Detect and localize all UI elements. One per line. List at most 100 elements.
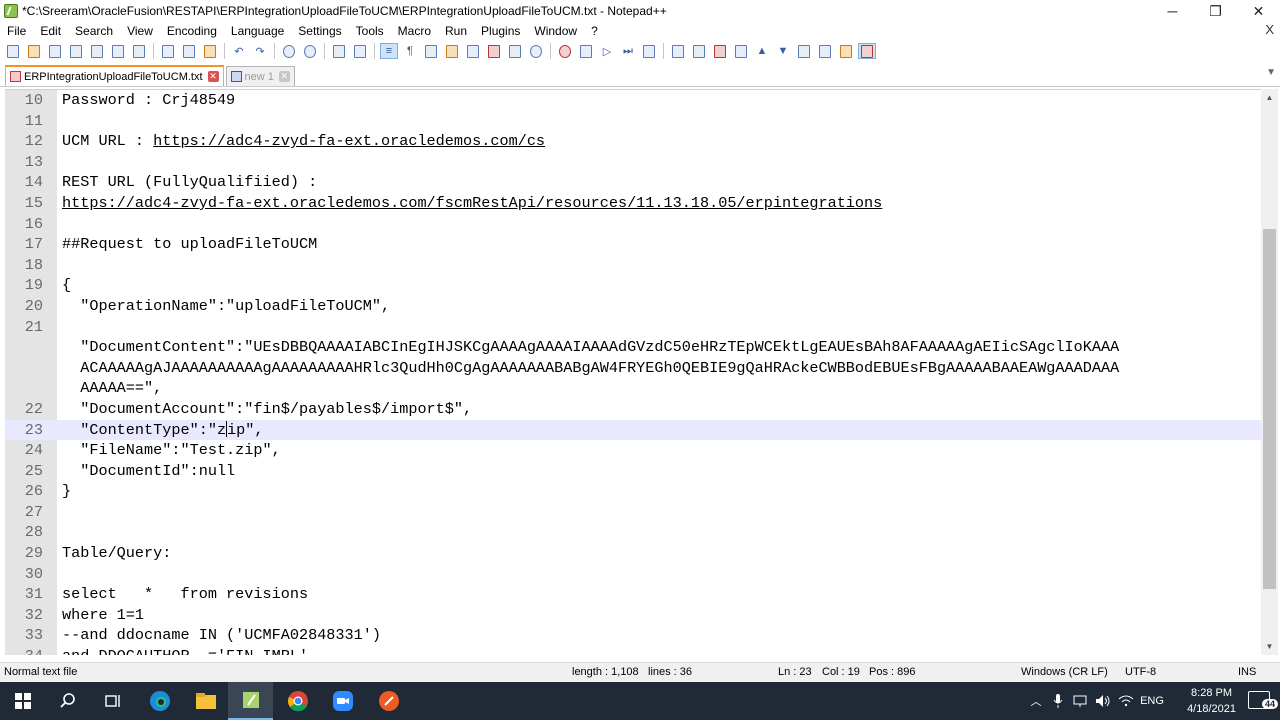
start-windows-icon[interactable]: [0, 682, 45, 720]
close-file-icon[interactable]: [88, 43, 106, 59]
menu-language[interactable]: Language: [224, 24, 291, 38]
editor-line[interactable]: 22 "DocumentAccount":"fin$/payables$/imp…: [5, 399, 1261, 420]
zoom-out-icon[interactable]: [351, 43, 369, 59]
editor-line[interactable]: "DocumentContent":"UEsDBBQAAAAIABCInEgIH…: [5, 337, 1261, 358]
editor-line[interactable]: 16: [5, 214, 1261, 235]
editor-line[interactable]: 25 "DocumentId":null: [5, 461, 1261, 482]
editor-line[interactable]: 17 ##Request to uploadFileToUCM: [5, 234, 1261, 255]
show-hidden-icons-icon[interactable]: ︿: [1026, 682, 1046, 720]
editor-line[interactable]: 28: [5, 522, 1261, 543]
menu-encoding[interactable]: Encoding: [160, 24, 224, 38]
editor-line[interactable]: 12 UCM URL : https://adc4-zvyd-fa-ext.ora…: [5, 131, 1261, 152]
prev-diff-icon[interactable]: ▲: [753, 43, 771, 59]
menu-settings[interactable]: Settings: [291, 24, 348, 38]
editor-line[interactable]: ACAAAAAgAJAAAAAAAAAAgAAAAAAAAAHRlc3QudHh…: [5, 358, 1261, 379]
volume-icon[interactable]: [1093, 682, 1113, 720]
wifi-icon[interactable]: [1116, 682, 1136, 720]
search-icon[interactable]: [45, 682, 90, 720]
compare-icon[interactable]: [669, 43, 687, 59]
menu-plugins[interactable]: Plugins: [474, 24, 527, 38]
editor-line[interactable]: 13: [5, 152, 1261, 173]
cut-icon[interactable]: [159, 43, 177, 59]
save-icon[interactable]: [46, 43, 64, 59]
menu-help[interactable]: ?: [584, 24, 605, 38]
scroll-up-icon[interactable]: ▲: [1261, 89, 1278, 106]
save-macro-icon[interactable]: [640, 43, 658, 59]
tab-close-icon[interactable]: ✕: [207, 71, 219, 82]
compare-panel-icon[interactable]: [816, 43, 834, 59]
file-explorer-icon[interactable]: [183, 682, 228, 720]
print-icon[interactable]: [130, 43, 148, 59]
tab-scroll-icon[interactable]: ▼: [1266, 67, 1276, 78]
minimize-button[interactable]: ─: [1151, 0, 1194, 22]
menu-run[interactable]: Run: [438, 24, 474, 38]
record-macro-icon[interactable]: [556, 43, 574, 59]
editor-line[interactable]: 31 select * from revisions: [5, 584, 1261, 605]
zoom-in-icon[interactable]: [330, 43, 348, 59]
play-macro-icon[interactable]: ▷: [598, 43, 616, 59]
scroll-down-icon[interactable]: ▼: [1261, 638, 1278, 655]
editor-line[interactable]: 30: [5, 564, 1261, 585]
notepadpp-taskbar-icon[interactable]: [228, 682, 273, 720]
show-all-characters-icon[interactable]: ¶: [401, 43, 419, 59]
menu-macro[interactable]: Macro: [391, 24, 438, 38]
compare-folder-icon[interactable]: [837, 43, 855, 59]
open-file-icon[interactable]: [25, 43, 43, 59]
close-all-icon[interactable]: [109, 43, 127, 59]
folder-workspace-icon[interactable]: [506, 43, 524, 59]
word-wrap-icon[interactable]: ≡: [380, 43, 398, 59]
stop-macro-icon[interactable]: [577, 43, 595, 59]
editor-line[interactable]: 32 where 1=1: [5, 605, 1261, 626]
run-macro-multiple-icon[interactable]: ⏭: [619, 43, 637, 59]
menu-view[interactable]: View: [120, 24, 160, 38]
url-link[interactable]: https://adc4-zvyd-fa-ext.oracledemos.com…: [153, 131, 545, 152]
editor-line[interactable]: 34 and DDOCAUTHOR ='FIN_IMPL': [5, 646, 1261, 655]
taskbar-clock[interactable]: 8:28 PM 4/18/2021: [1187, 685, 1236, 717]
vertical-scrollbar[interactable]: ▲ ▼: [1261, 89, 1278, 655]
redo-icon[interactable]: ↷: [251, 43, 269, 59]
language-indicator[interactable]: ENG: [1138, 682, 1166, 720]
editor[interactable]: 10 Password : Crj48549 11 12 UCM URL : https…: [5, 89, 1261, 655]
menu-search[interactable]: Search: [68, 24, 120, 38]
save-all-icon[interactable]: [67, 43, 85, 59]
editor-line[interactable]: 29 Table/Query:: [5, 543, 1261, 564]
editor-line[interactable]: 33 --and ddocname IN ('UCMFA02848331'): [5, 625, 1261, 646]
edge-browser-icon[interactable]: [137, 682, 182, 720]
zoom-app-icon[interactable]: [320, 682, 365, 720]
menu-window[interactable]: Window: [527, 24, 584, 38]
close-document-icon[interactable]: X: [1265, 22, 1274, 37]
restore-button[interactable]: ❐: [1194, 0, 1237, 22]
doc-map-icon[interactable]: [464, 43, 482, 59]
new-file-icon[interactable]: [4, 43, 22, 59]
menu-file[interactable]: File: [0, 24, 33, 38]
microphone-icon[interactable]: [1048, 682, 1068, 720]
tab-erpintegration[interactable]: ERPIntegrationUploadFileToUCM.txt ✕: [5, 65, 224, 86]
next-diff-icon[interactable]: ▼: [774, 43, 792, 59]
tab-new-1[interactable]: new 1 ✕: [225, 66, 295, 86]
menu-edit[interactable]: Edit: [33, 24, 68, 38]
editor-line[interactable]: 26}: [5, 481, 1261, 502]
network-usb-icon[interactable]: [1070, 682, 1090, 720]
editor-line[interactable]: 19 {: [5, 275, 1261, 296]
paste-icon[interactable]: [201, 43, 219, 59]
editor-line[interactable]: 27: [5, 502, 1261, 523]
editor-line[interactable]: 14 REST URL (FullyQualifiied) :: [5, 172, 1261, 193]
copy-icon[interactable]: [180, 43, 198, 59]
editor-line[interactable]: 11: [5, 111, 1261, 132]
chrome-icon[interactable]: [275, 682, 320, 720]
editor-line[interactable]: 20 "OperationName":"uploadFileToUCM",: [5, 296, 1261, 317]
editor-line[interactable]: 18: [5, 255, 1261, 276]
task-view-icon[interactable]: [90, 682, 135, 720]
editor-line[interactable]: 24 "FileName":"Test.zip",: [5, 440, 1261, 461]
replace-icon[interactable]: [301, 43, 319, 59]
indent-guide-icon[interactable]: [422, 43, 440, 59]
menu-tools[interactable]: Tools: [349, 24, 391, 38]
scrollbar-thumb[interactable]: [1263, 229, 1276, 589]
compare-settings-icon[interactable]: [690, 43, 708, 59]
editor-line[interactable]: AAAAA==",: [5, 378, 1261, 399]
compare-navigate-icon[interactable]: [732, 43, 750, 59]
lang-define-icon[interactable]: [443, 43, 461, 59]
editor-line[interactable]: 10 Password : Crj48549: [5, 90, 1261, 111]
current-line[interactable]: 23 "ContentType":"zip",: [5, 419, 1261, 441]
tab-close-icon[interactable]: ✕: [278, 71, 290, 82]
